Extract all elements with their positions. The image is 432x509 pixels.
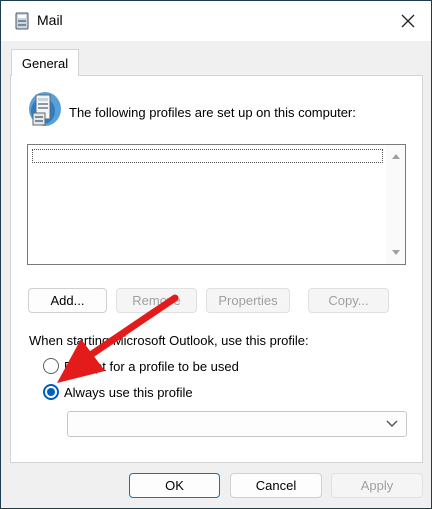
profiles-icon [29, 92, 61, 126]
ok-button[interactable]: OK [129, 473, 220, 498]
list-focus-item[interactable] [32, 149, 383, 163]
mail-icon [15, 12, 29, 30]
prompt-profile-label: Prompt for a profile to be used [64, 358, 239, 374]
profiles-heading: The following profiles are set up on thi… [69, 105, 356, 120]
properties-button[interactable]: Properties [206, 288, 290, 313]
copy-button[interactable]: Copy... [308, 288, 389, 313]
prompt-profile-option[interactable]: Prompt for a profile to be used [43, 357, 239, 375]
general-panel [10, 75, 423, 463]
title-bar: Mail [1, 1, 431, 41]
always-use-profile-radio[interactable] [43, 384, 59, 400]
mail-dialog: Mail General The following profiles are … [0, 0, 432, 509]
window-title: Mail [37, 12, 63, 28]
chevron-up-icon[interactable] [391, 153, 401, 160]
chevron-down-icon[interactable] [391, 249, 401, 256]
close-button[interactable] [385, 1, 431, 41]
chevron-down-icon [386, 420, 398, 427]
always-use-profile-option[interactable]: Always use this profile [43, 383, 193, 401]
always-use-profile-label: Always use this profile [64, 384, 193, 400]
tab-general[interactable]: General [11, 49, 79, 76]
close-icon [401, 14, 415, 28]
add-button[interactable]: Add... [28, 288, 107, 313]
startup-profile-label: When starting Microsoft Outlook, use thi… [29, 333, 309, 348]
profile-dropdown[interactable] [67, 411, 407, 437]
remove-button[interactable]: Remove [116, 288, 197, 313]
cancel-button[interactable]: Cancel [230, 473, 322, 498]
prompt-profile-radio[interactable] [43, 358, 59, 374]
profiles-listbox[interactable] [27, 144, 406, 265]
listbox-scrollbar[interactable] [386, 145, 405, 264]
apply-button[interactable]: Apply [331, 473, 423, 498]
